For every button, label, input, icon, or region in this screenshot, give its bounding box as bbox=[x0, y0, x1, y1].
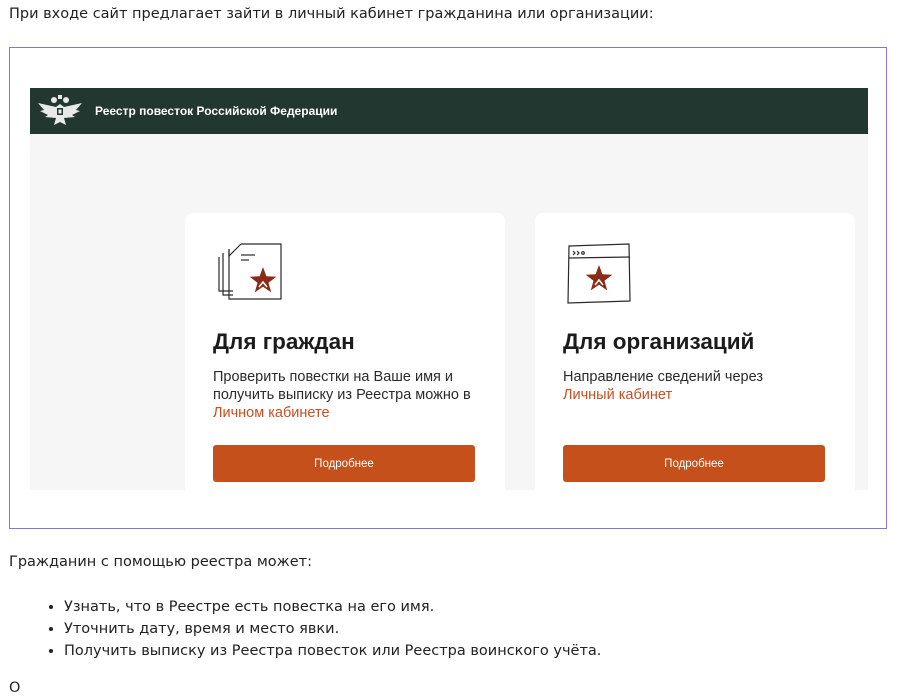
list-item: Получить выписку из Реестра повесток или… bbox=[64, 640, 884, 662]
citizens-card-title: Для граждан bbox=[213, 329, 355, 354]
cut-off-paragraph: О bbox=[9, 680, 21, 696]
citizens-personal-account-link[interactable]: Личном кабинете bbox=[213, 405, 330, 421]
organizations-card-text: Направление сведений через bbox=[563, 369, 763, 385]
intro-paragraph: При входе сайт предлагает зайти в личный… bbox=[9, 6, 654, 22]
site-title: Реестр повесток Российской Федерации bbox=[95, 104, 338, 118]
list-item: Уточнить дату, время и место явки. bbox=[64, 618, 884, 640]
list-item: Узнать, что в Реестре есть повестка на е… bbox=[64, 596, 884, 618]
citizens-details-button[interactable]: Подробнее bbox=[213, 445, 475, 482]
double-headed-eagle-emblem-icon[interactable] bbox=[36, 94, 84, 128]
browser-window-star-icon bbox=[567, 243, 631, 304]
document-star-icon bbox=[218, 243, 282, 300]
citizen-capabilities-intro: Гражданин с помощью реестра может: bbox=[9, 554, 312, 570]
embedded-screenshot: Реестр повесток Российской Федерации Для… bbox=[30, 88, 868, 490]
citizen-capabilities-list: Узнать, что в Реестре есть повестка на е… bbox=[29, 596, 884, 662]
citizens-card: Для граждан Проверить повестки на Ваше и… bbox=[185, 213, 505, 490]
organizations-card-description: Направление сведений через Личный кабине… bbox=[563, 368, 838, 404]
embedded-screenshot-frame: Реестр повесток Российской Федерации Для… bbox=[9, 47, 887, 529]
citizens-card-text: Проверить повестки на Ваше имя и получит… bbox=[213, 369, 471, 403]
organizations-card-title: Для организаций bbox=[563, 329, 755, 354]
organizations-details-button[interactable]: Подробнее bbox=[563, 445, 825, 482]
citizens-card-description: Проверить повестки на Ваше имя и получит… bbox=[213, 368, 488, 422]
organizations-card: Для организаций Направление сведений чер… bbox=[535, 213, 855, 490]
organizations-personal-account-link[interactable]: Личный кабинет bbox=[563, 387, 672, 403]
site-header: Реестр повесток Российской Федерации bbox=[30, 88, 868, 134]
